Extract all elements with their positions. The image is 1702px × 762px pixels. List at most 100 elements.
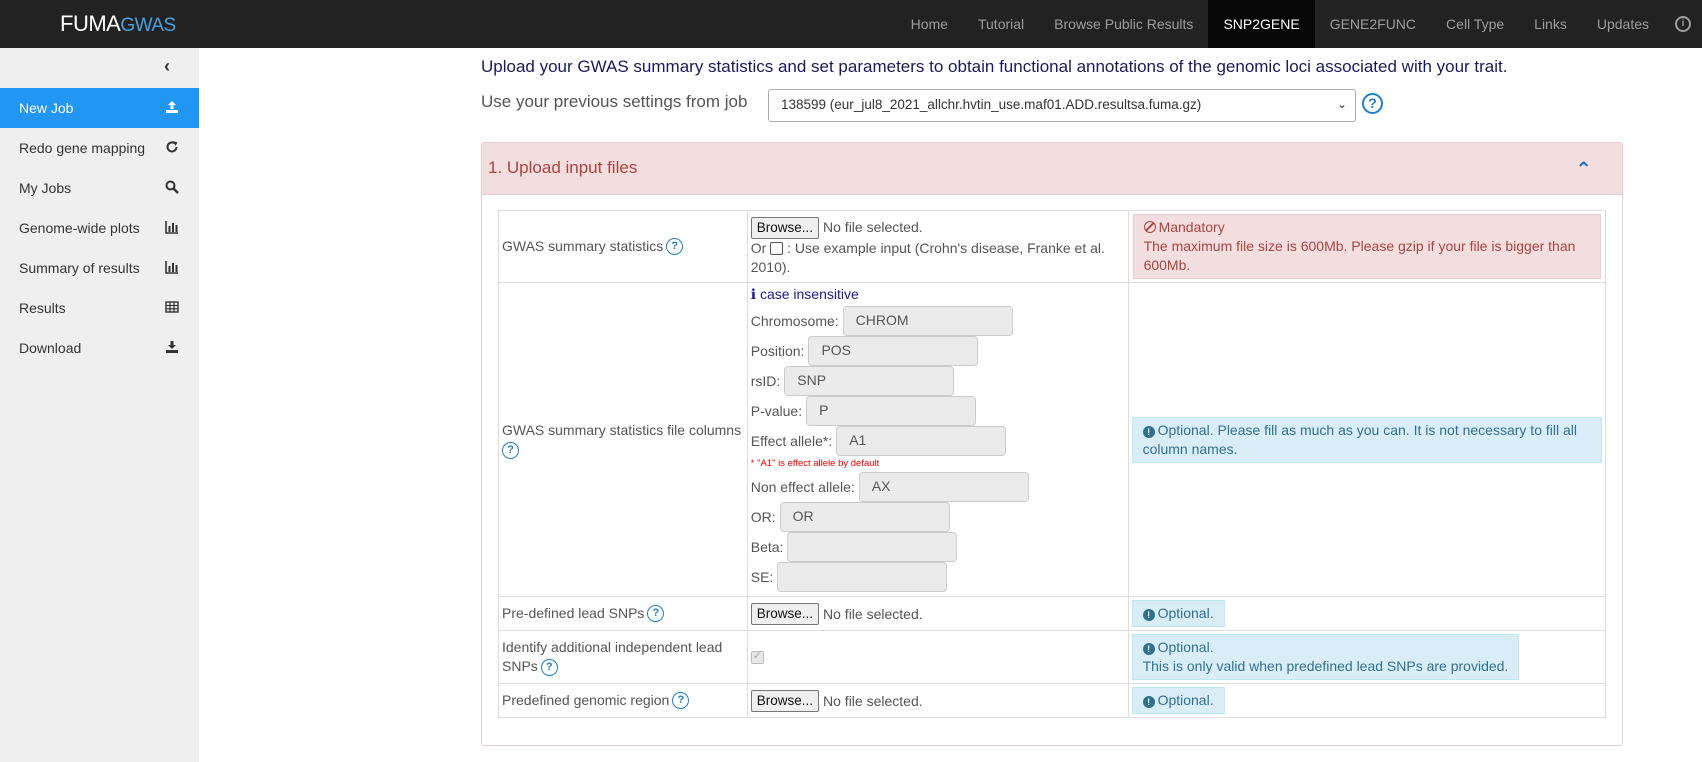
table-row: Pre-defined lead SNPs? Browse... No file … [498, 596, 1607, 631]
ban-icon [1143, 221, 1156, 233]
help-icon[interactable]: ? [1362, 93, 1383, 114]
additional-lead-checkbox[interactable] [750, 649, 764, 664]
search-icon [165, 180, 179, 194]
mandatory-text: The maximum file size is 600Mb. Please g… [1143, 238, 1576, 273]
intro-text: Upload your GWAS summary statistics and … [481, 57, 1508, 76]
input-files-table: GWAS summary statistics? Browse... No fil… [498, 210, 1607, 718]
column-field-rsid: rsID: SNP [751, 366, 1125, 396]
column-field-non-effect-allele: Non effect allele: AX [751, 472, 1125, 502]
sidebar-item-my-jobs[interactable]: My Jobs [0, 168, 199, 208]
columns-label: GWAS summary statistics file columns [502, 421, 742, 438]
lead-file-status: No file selected. [823, 605, 923, 622]
sidebar-item-new-job[interactable]: New Job [0, 88, 199, 128]
gwas-label: GWAS summary statistics [502, 237, 664, 254]
additional-lead-label: Identify additional independent lead SNP… [502, 639, 723, 674]
nav-gene2func[interactable]: GENE2FUNC [1315, 0, 1431, 48]
beta-input[interactable] [787, 532, 958, 562]
download-icon [165, 340, 179, 354]
help-icon[interactable]: ? [647, 605, 665, 623]
column-field-position: Position: POS [751, 336, 1125, 366]
previous-settings-label: Use your previous settings from job [481, 92, 748, 111]
column-field-or: OR: OR [751, 502, 1125, 532]
se-input[interactable] [777, 562, 948, 592]
columns-optional-text: Optional. Please fill as much as you can… [1142, 421, 1577, 457]
or-input[interactable]: OR [779, 502, 950, 532]
nav-updates[interactable]: Updates [1582, 0, 1664, 48]
lead-optional-text: Optional. [1157, 605, 1214, 621]
table-icon [165, 300, 179, 314]
nav-home[interactable]: Home [896, 0, 963, 48]
additional-alert-cell: ! Optional. This is only valid when prede… [1127, 630, 1607, 684]
chevron-down-icon: ⌄ [1336, 97, 1347, 111]
brand-logo[interactable]: FUMAGWAS [60, 11, 176, 37]
pvalue-input[interactable]: P [806, 396, 977, 426]
additional-input-cell [746, 630, 1129, 684]
sidebar-item-download[interactable]: Download [0, 328, 199, 368]
sidebar-item-summary-of-results[interactable]: Summary of results [0, 248, 199, 288]
sidebar-item-results[interactable]: Results [0, 288, 199, 328]
region-browse-button[interactable]: Browse... [750, 689, 820, 712]
help-icon[interactable]: ? [540, 658, 558, 676]
effect-allele-input[interactable]: A1 [836, 426, 1007, 456]
sidebar: ‹ New Job Redo gene mapping My Jobs Geno… [0, 48, 199, 762]
chromosome-input[interactable]: CHROM [842, 306, 1013, 336]
help-icon[interactable]: ? [666, 238, 684, 256]
chevron-up-icon[interactable]: ⌃ [1575, 157, 1592, 182]
additional-note: This is only valid when predefined lead … [1142, 658, 1509, 674]
case-insensitive-text: case insensitive [759, 286, 859, 302]
sidebar-item-redo-gene-mapping[interactable]: Redo gene mapping [0, 128, 199, 168]
lead-label-cell: Pre-defined lead SNPs? [498, 596, 748, 631]
previous-job-select[interactable]: 138599 (eur_jul8_2021_allchr.hvtin_use.m… [768, 89, 1356, 122]
non-effect-allele-input[interactable]: AX [858, 472, 1029, 502]
panel-header[interactable]: 1. Upload input files ⌃ [482, 143, 1622, 195]
nav-tutorial[interactable]: Tutorial [963, 0, 1039, 48]
pvalue-label: P-value: [750, 403, 803, 419]
upload-input-files-panel: 1. Upload input files ⌃ GWAS summary sta… [481, 142, 1623, 746]
column-field-chromosome: Chromosome: CHROM [751, 306, 1125, 336]
rsid-label: rsID: [750, 373, 781, 389]
table-row: Predefined genomic region? Browse... No f… [498, 683, 1607, 718]
mandatory-title: Mandatory [1158, 219, 1225, 235]
genomic-region-label: Predefined genomic region [502, 691, 670, 708]
help-icon[interactable]: ? [672, 692, 690, 710]
nav-browse-public-results[interactable]: Browse Public Results [1039, 0, 1208, 48]
lead-input-cell: Browse... No file selected. [746, 596, 1129, 631]
region-file-status: No file selected. [823, 692, 923, 709]
mandatory-alert: Mandatory The maximum file size is 600Mb… [1132, 214, 1601, 279]
position-input[interactable]: POS [808, 336, 979, 366]
non-effect-allele-label: Non effect allele: [750, 479, 855, 495]
position-label: Position: [750, 343, 805, 359]
table-row: GWAS summary statistics file columns? ℹ … [498, 282, 1607, 597]
info-icon[interactable]: i [1664, 0, 1702, 48]
or-label: OR: [750, 509, 776, 525]
nav-links[interactable]: Links [1519, 0, 1582, 48]
bar-chart-icon [165, 220, 179, 234]
nav-snp2gene[interactable]: SNP2GENE [1208, 0, 1315, 48]
lead-alert-cell: ! Optional. [1127, 596, 1607, 631]
upload-icon [165, 100, 179, 114]
top-navbar: FUMAGWAS Home Tutorial Browse Public Res… [0, 0, 1702, 48]
nav-cell-type[interactable]: Cell Type [1431, 0, 1519, 48]
sidebar-item-label: Download [19, 340, 82, 356]
sidebar-item-label: Results [19, 300, 66, 316]
sidebar-item-label: Summary of results [19, 260, 140, 276]
columns-optional-alert: ! Optional. Please fill as much as you ca… [1131, 416, 1602, 463]
chevron-left-icon[interactable]: ‹ [164, 56, 184, 76]
additional-optional-text: Optional. [1157, 639, 1214, 655]
bar-chart-icon [165, 260, 179, 274]
lead-browse-button[interactable]: Browse... [750, 602, 820, 625]
columns-label-cell: GWAS summary statistics file columns? [498, 282, 748, 597]
example-input-checkbox[interactable] [770, 241, 784, 255]
case-insensitive-info: ℹ case insensitive [750, 286, 859, 302]
sidebar-item-genome-wide-plots[interactable]: Genome-wide plots [0, 208, 199, 248]
brand-part2: GWAS [120, 15, 176, 36]
rsid-input[interactable]: SNP [784, 366, 955, 396]
previous-job-value: 138599 (eur_jul8_2021_allchr.hvtin_use.m… [781, 97, 1202, 112]
gwas-alert-cell: Mandatory The maximum file size is 600Mb… [1127, 210, 1607, 283]
help-icon[interactable]: ? [502, 442, 519, 460]
gwas-browse-button[interactable]: Browse... [750, 216, 820, 239]
or-text: Or [750, 239, 767, 256]
columns-input-cell: ℹ case insensitive Chromosome: CHROM Posi… [746, 282, 1129, 597]
effect-allele-note: * "A1" is effect allele by default [750, 458, 880, 469]
additional-label-cell: Identify additional independent lead SNP… [498, 630, 748, 684]
